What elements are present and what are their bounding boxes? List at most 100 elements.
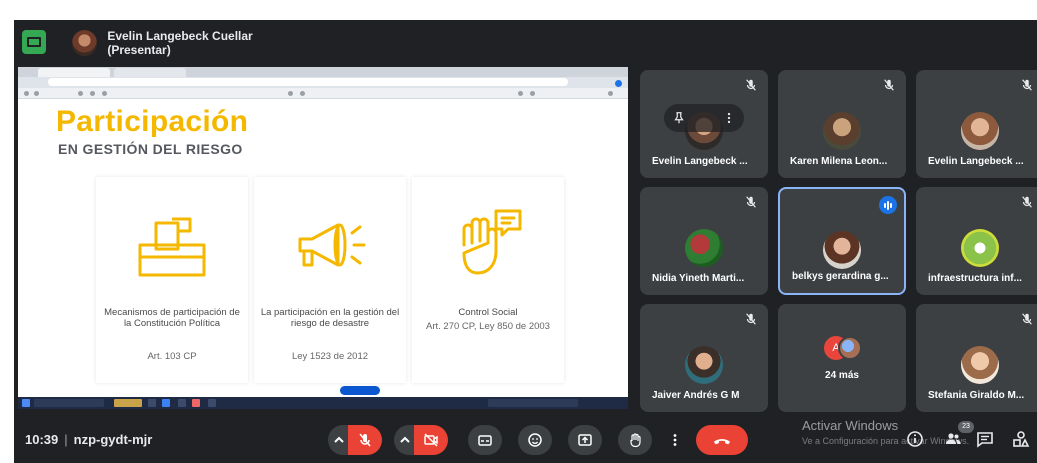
participant-name: belkys gerardina g... bbox=[792, 271, 889, 282]
slide-card: La participación en la gestión del riesg… bbox=[254, 177, 406, 383]
browser-tab bbox=[38, 68, 110, 77]
mic-off-icon bbox=[744, 195, 758, 209]
chat-button[interactable] bbox=[976, 430, 994, 448]
participant-tile[interactable]: Evelin Langebeck ... bbox=[640, 70, 768, 178]
activities-icon bbox=[1013, 431, 1030, 447]
leave-call-button[interactable] bbox=[696, 425, 748, 455]
participant-tile[interactable]: Stefania Giraldo M... bbox=[916, 304, 1037, 412]
mic-off-icon bbox=[1020, 78, 1034, 92]
speaking-indicator-icon bbox=[879, 196, 897, 214]
hand-icon bbox=[630, 433, 641, 448]
participant-name: Evelin Langebeck ... bbox=[928, 156, 1024, 167]
activities-button[interactable] bbox=[1012, 430, 1030, 448]
participant-tile[interactable]: Jaiver Andrés G M bbox=[640, 304, 768, 412]
card-title: La participación en la gestión del riesg… bbox=[260, 307, 400, 329]
taskbar-tray bbox=[488, 399, 578, 407]
presenter-label: Evelin Langebeck Cuellar (Presentar) bbox=[107, 29, 253, 57]
pin-icon[interactable] bbox=[672, 111, 686, 125]
mic-toggle-button[interactable] bbox=[348, 425, 382, 455]
participant-tile[interactable]: Nidia Yineth Marti... bbox=[640, 187, 768, 295]
browser-profile-icon bbox=[615, 80, 622, 87]
raise-hand-button[interactable] bbox=[618, 425, 652, 455]
slide-card: Mecanismos de participación de la Consti… bbox=[96, 177, 248, 383]
participant-tile[interactable]: infraestructura inf... bbox=[916, 187, 1037, 295]
card-subtitle: Art. 103 CP bbox=[147, 351, 197, 362]
present-screen-button[interactable] bbox=[568, 425, 602, 455]
participant-name: Karen Milena Leon... bbox=[790, 156, 888, 167]
mic-off-icon bbox=[359, 433, 371, 447]
presenter-chip[interactable]: Evelin Langebeck Cuellar (Presentar) bbox=[72, 28, 314, 58]
present-screen-icon bbox=[578, 434, 592, 446]
more-participants-label: 24 más bbox=[825, 370, 859, 381]
browser-chrome bbox=[18, 67, 628, 99]
camera-off-icon bbox=[424, 433, 438, 447]
address-bar bbox=[48, 78, 568, 86]
mic-off-icon bbox=[1020, 312, 1034, 326]
participant-name: Stefania Giraldo M... bbox=[928, 390, 1025, 401]
presenting-icon[interactable] bbox=[22, 30, 46, 54]
chevron-up-icon bbox=[334, 436, 344, 443]
raised-hand-icon bbox=[462, 209, 522, 275]
mic-options-button[interactable] bbox=[328, 425, 350, 455]
activate-windows-watermark: Activar Windows bbox=[802, 418, 899, 433]
clock: 10:39 bbox=[25, 432, 59, 447]
participant-tile[interactable]: belkys gerardina g... bbox=[778, 187, 906, 295]
people-icon bbox=[946, 433, 961, 444]
avatar bbox=[961, 112, 999, 150]
tile-hover-controls[interactable] bbox=[664, 104, 744, 132]
avatar bbox=[961, 229, 999, 267]
participant-name: Evelin Langebeck ... bbox=[652, 156, 748, 167]
slide-card: Control Social Art. 270 CP, Ley 850 de 2… bbox=[412, 177, 564, 383]
card-subtitle: Art. 270 CP, Ley 850 de 2003 bbox=[426, 321, 550, 332]
megaphone-icon bbox=[298, 223, 366, 267]
card-title: Control Social bbox=[458, 307, 518, 318]
more-vert-icon[interactable] bbox=[722, 111, 736, 125]
meeting-code[interactable]: nzp-gydt-mjr bbox=[74, 432, 153, 447]
top-bar: Evelin Langebeck Cuellar (Presentar) bbox=[14, 20, 1037, 64]
mic-off-icon bbox=[744, 78, 758, 92]
info-icon bbox=[907, 431, 923, 447]
people-button[interactable] bbox=[944, 430, 962, 448]
camera-options-button[interactable] bbox=[394, 425, 416, 455]
participant-name: Jaiver Andrés G M bbox=[652, 390, 740, 401]
browser-toolbar bbox=[18, 88, 628, 99]
more-vert-icon bbox=[673, 434, 677, 446]
taskbar-search bbox=[34, 399, 104, 407]
captions-icon bbox=[478, 435, 492, 446]
meeting-info: 10:39 | nzp-gydt-mjr bbox=[25, 432, 153, 447]
camera-toggle-button[interactable] bbox=[414, 425, 448, 455]
captions-button[interactable] bbox=[468, 425, 502, 455]
mic-off-icon bbox=[744, 312, 758, 326]
mic-off-icon bbox=[1020, 195, 1034, 209]
mic-off-icon bbox=[882, 78, 896, 92]
avatar bbox=[961, 346, 999, 384]
participant-name: infraestructura inf... bbox=[928, 273, 1022, 284]
participant-name: Nidia Yineth Marti... bbox=[652, 273, 745, 284]
card-title: Mecanismos de participación de la Consti… bbox=[104, 307, 240, 329]
avatar bbox=[685, 229, 723, 267]
avatar bbox=[823, 112, 861, 150]
hang-up-icon bbox=[713, 439, 731, 445]
participant-tile[interactable]: A 24 más bbox=[778, 304, 906, 412]
shared-screen: Participación EN GESTIÓN DEL RIESGO Meca… bbox=[18, 67, 628, 409]
start-icon bbox=[22, 399, 30, 407]
chevron-up-icon bbox=[400, 436, 410, 443]
viewer-action-button[interactable] bbox=[340, 386, 380, 395]
screenshot-frame: Evelin Langebeck Cuellar (Presentar) Par… bbox=[0, 0, 1037, 463]
more-participants-avatars: A bbox=[820, 334, 864, 362]
reactions-button[interactable] bbox=[518, 425, 552, 455]
browser-tab bbox=[114, 68, 186, 77]
more-options-button[interactable] bbox=[664, 425, 686, 455]
avatar bbox=[823, 231, 861, 269]
windows-taskbar bbox=[18, 397, 628, 409]
presenter-avatar bbox=[72, 30, 98, 56]
slide-title: Participación bbox=[56, 105, 249, 138]
participant-tile[interactable]: Karen Milena Leon... bbox=[778, 70, 906, 178]
meeting-details-button[interactable] bbox=[906, 430, 924, 448]
emoji-icon bbox=[528, 433, 542, 447]
participant-tile[interactable]: Evelin Langebeck ... bbox=[916, 70, 1037, 178]
slide-viewer-footer bbox=[18, 385, 628, 397]
slide-subtitle: EN GESTIÓN DEL RIESGO bbox=[58, 141, 243, 157]
avatar bbox=[838, 336, 862, 360]
ballot-box-icon bbox=[138, 217, 206, 277]
